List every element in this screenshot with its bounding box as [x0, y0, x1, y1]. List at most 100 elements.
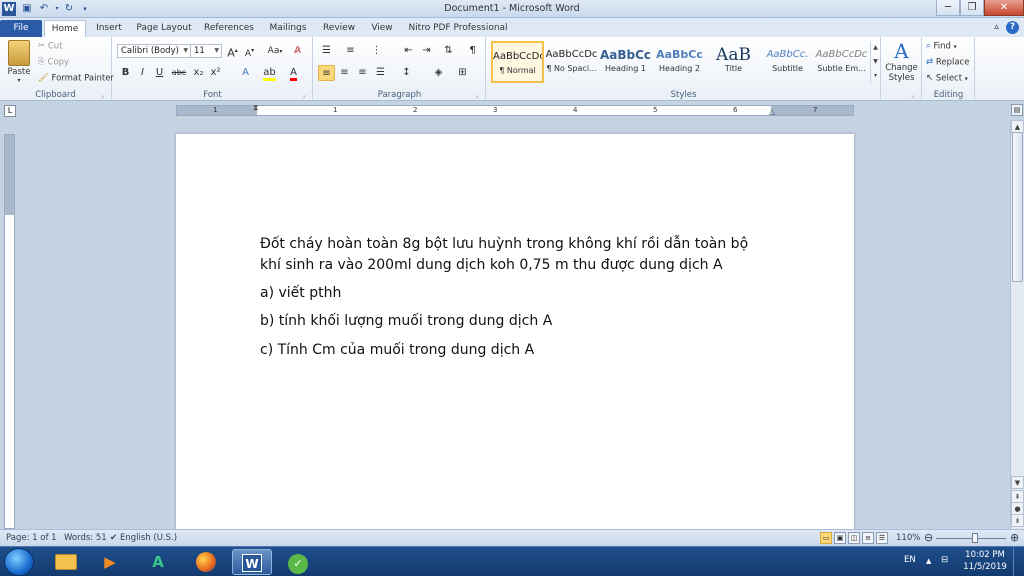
strikethrough-button[interactable]: abc	[169, 65, 189, 81]
styles-up-icon[interactable]: ▲	[871, 41, 880, 55]
word-count[interactable]: Words: 51	[64, 533, 107, 543]
numbering-button[interactable]: ≡	[342, 43, 359, 59]
style-subtle-emphasis[interactable]: AaBbCcDc Subtle Em...	[815, 41, 868, 83]
word-taskbar-icon[interactable]: W	[232, 549, 272, 575]
horizontal-ruler[interactable]: 1 1 2 3 4 5 6 7 ⧗ △	[176, 103, 854, 116]
shading-button[interactable]: ◈	[430, 65, 447, 81]
justify-button[interactable]: ☰	[372, 65, 389, 81]
tab-selector-button[interactable]: L	[4, 105, 16, 117]
tab-nitro-pdf[interactable]: Nitro PDF Professional	[406, 20, 510, 37]
show-hidden-icons-icon[interactable]: ▲	[926, 557, 931, 565]
italic-button[interactable]: I	[134, 65, 151, 81]
tab-references[interactable]: References	[200, 20, 258, 37]
bullets-button[interactable]: ☰	[318, 43, 335, 59]
tab-home[interactable]: Home	[44, 20, 86, 37]
shrink-font-button[interactable]: A▾	[241, 43, 258, 59]
file-explorer-icon[interactable]	[46, 549, 86, 575]
align-right-button[interactable]: ≡	[354, 65, 371, 81]
system-clock[interactable]: 10:02 PM 11/5/2019	[960, 549, 1010, 573]
media-player-icon[interactable]: ▶	[90, 549, 130, 575]
line-spacing-button[interactable]: ↕	[398, 65, 415, 81]
proofing-icon[interactable]: ✔	[110, 533, 117, 543]
start-button[interactable]	[4, 548, 34, 576]
styles-launcher-icon[interactable]: ⌟	[911, 92, 918, 99]
firefox-icon[interactable]	[186, 549, 226, 575]
style-subtitle[interactable]: AaBbCc. Subtitle	[761, 41, 814, 83]
style-heading-2[interactable]: AaBbCc Heading 2	[653, 41, 706, 83]
underline-button[interactable]: U	[151, 65, 168, 81]
grow-font-button[interactable]: A▴	[224, 43, 241, 60]
view-ruler-button[interactable]: ▤	[1011, 104, 1023, 116]
select-button[interactable]: ↖ Select ▾	[926, 72, 968, 86]
format-painter-button[interactable]: 🖌 Format Painter	[38, 72, 114, 85]
minimize-button[interactable]: ─	[936, 0, 960, 16]
bold-button[interactable]: B	[117, 65, 134, 81]
input-language[interactable]: EN	[904, 555, 916, 565]
style-heading-1[interactable]: AaBbCc Heading 1	[599, 41, 652, 83]
app-a-icon[interactable]: A	[138, 549, 178, 575]
replace-button[interactable]: ⇄ Replace	[926, 56, 969, 69]
paste-button[interactable]: Paste ▾	[4, 39, 34, 85]
style-no-spacing[interactable]: AaBbCcDc ¶ No Spaci...	[545, 41, 598, 83]
next-page-icon[interactable]: ⇟	[1011, 514, 1024, 527]
borders-button[interactable]: ⊞	[454, 65, 471, 81]
tab-insert[interactable]: Insert	[90, 20, 128, 37]
print-layout-view-button[interactable]: ▭	[820, 532, 832, 544]
show-marks-button[interactable]: ¶	[464, 43, 481, 59]
web-layout-view-button[interactable]: ◫	[848, 532, 860, 544]
style-title[interactable]: AaB Title	[707, 41, 760, 83]
language-indicator[interactable]: English (U.S.)	[120, 533, 177, 543]
font-size-combo[interactable]: 11 ▼	[190, 44, 222, 58]
show-desktop-button[interactable]	[1013, 547, 1024, 576]
scroll-down-icon[interactable]: ▼	[1011, 476, 1024, 489]
full-screen-view-button[interactable]: ▣	[834, 532, 846, 544]
zoom-level[interactable]: 110%	[896, 533, 920, 543]
tab-mailings[interactable]: Mailings	[264, 20, 312, 37]
tab-page-layout[interactable]: Page Layout	[134, 20, 194, 37]
scroll-thumb[interactable]	[1012, 132, 1023, 282]
copy-button[interactable]: ⎘ Copy	[38, 56, 69, 69]
sort-button[interactable]: ⇅	[440, 43, 457, 59]
tab-file[interactable]: File	[0, 20, 42, 37]
draft-view-button[interactable]: ☰	[876, 532, 888, 544]
tab-view[interactable]: View	[366, 20, 398, 37]
help-icon[interactable]: ?	[1006, 21, 1019, 34]
styles-down-icon[interactable]: ▼	[871, 55, 880, 69]
increase-indent-button[interactable]: ⇥	[418, 43, 435, 59]
zoom-in-icon[interactable]: ⊕	[1010, 531, 1019, 544]
highlight-button[interactable]: ab	[261, 65, 278, 81]
decrease-indent-button[interactable]: ⇤	[400, 43, 417, 59]
multilevel-list-button[interactable]: ⋮	[368, 43, 385, 59]
tab-review[interactable]: Review	[318, 20, 360, 37]
font-color-button[interactable]: A	[285, 65, 302, 81]
page-count[interactable]: Page: 1 of 1	[6, 533, 57, 543]
find-button[interactable]: ⌕ Find ▾	[926, 40, 957, 54]
vertical-scrollbar[interactable]: ▲ ▼ ⇞ ● ⇟	[1010, 120, 1024, 529]
indent-marker-icon[interactable]: ⧗	[253, 103, 259, 113]
paragraph-launcher-icon[interactable]: ⌟	[475, 92, 482, 99]
align-center-button[interactable]: ≡	[336, 65, 353, 81]
change-case-button[interactable]: Aa▾	[264, 43, 286, 59]
maximize-button[interactable]: ❐	[960, 0, 984, 16]
font-name-combo[interactable]: Calibri (Body) ▼	[117, 44, 191, 58]
zoom-out-icon[interactable]: ⊖	[924, 531, 933, 544]
style-normal[interactable]: AaBbCcDc ¶ Normal	[491, 41, 544, 83]
subscript-button[interactable]: x₂	[190, 65, 207, 81]
styles-more-icon[interactable]: ▾	[871, 69, 880, 83]
text-effects-button[interactable]: A	[237, 65, 254, 81]
zoom-slider-thumb[interactable]	[971, 533, 978, 543]
superscript-button[interactable]: x²	[207, 65, 224, 81]
network-icon[interactable]: ⊟	[941, 555, 948, 565]
cut-button[interactable]: ✂ Cut	[38, 40, 62, 53]
vertical-ruler[interactable]	[4, 134, 15, 529]
minimize-ribbon-icon[interactable]: ▵	[990, 21, 1003, 34]
outline-view-button[interactable]: ≡	[862, 532, 874, 544]
right-indent-marker-icon[interactable]: △	[769, 107, 775, 116]
align-left-button[interactable]: ≡	[318, 65, 335, 81]
document-page[interactable]: Đốt cháy hoàn toàn 8g bột lưu huỳnh tron…	[176, 134, 854, 529]
clear-formatting-button[interactable]: A̷	[289, 43, 306, 59]
green-app-icon[interactable]: ✓	[278, 549, 318, 575]
close-button[interactable]: ✕	[984, 0, 1024, 16]
font-launcher-icon[interactable]: ⌟	[302, 92, 309, 99]
change-styles-button[interactable]: A Change Styles	[882, 39, 921, 83]
